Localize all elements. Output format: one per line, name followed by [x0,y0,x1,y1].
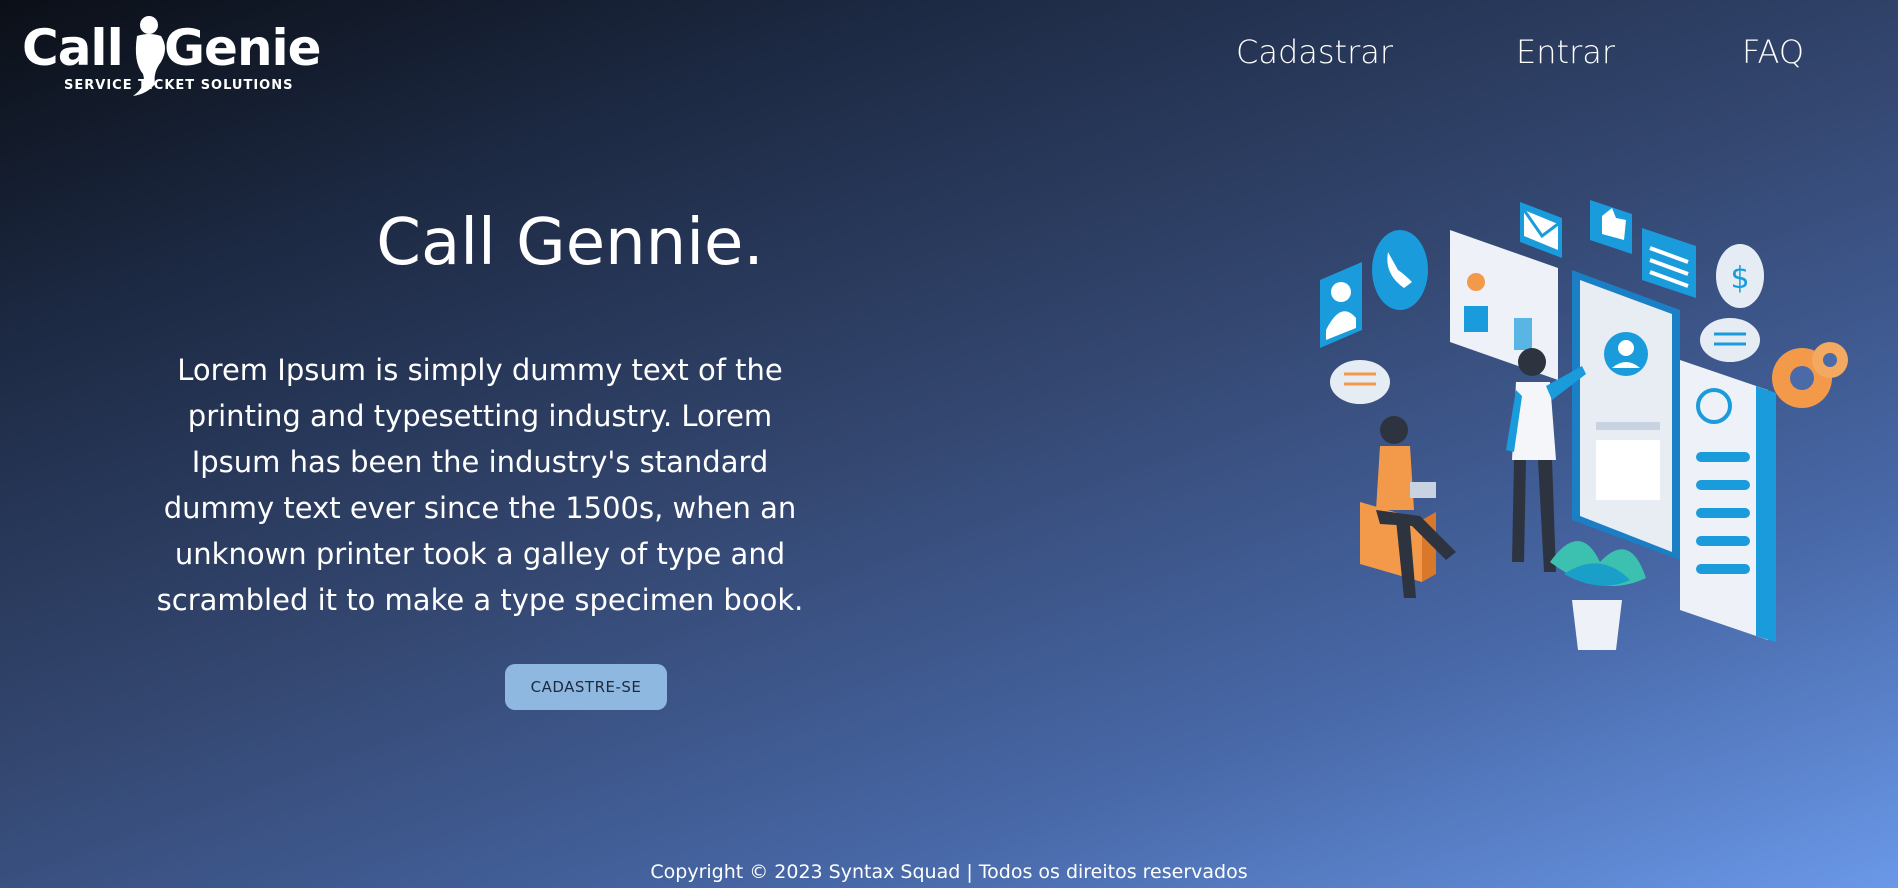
svg-text:$: $ [1730,261,1749,296]
sitting-person [1360,416,1456,598]
copyright-text: Copyright © 2023 Syntax Squad | Todos os… [650,861,1248,883]
brand-logo[interactable]: Call Genie SERVICE TICKET SOLUTIONS [22,12,322,98]
customer-service-illustration: $ [1320,200,1848,650]
thumbs-up-icon [1590,200,1632,254]
email-icon [1520,202,1562,258]
logo-word-call: Call [22,19,124,77]
message-lines-icon [1642,228,1696,298]
dollar-icon: $ [1716,244,1764,308]
user-badge-icon [1320,262,1362,348]
smartphone-screen [1572,270,1680,560]
signup-button[interactable]: CADASTRE-SE [505,664,667,710]
logo-tagline: SERVICE TICKET SOLUTIONS [64,78,294,93]
nav-link-entrar[interactable]: Entrar [1516,30,1615,74]
nav-link-cadastrar[interactable]: Cadastrar [1236,30,1393,74]
hero-title: Call Gennie. [376,205,764,280]
chat-bubble-icon [1700,318,1760,362]
nav-link-faq[interactable]: FAQ [1742,30,1804,74]
list-panel [1680,360,1776,642]
gear-icon [1772,342,1848,408]
phone-call-icon [1372,230,1428,310]
hero-description: Lorem Ipsum is simply dummy text of the … [156,353,804,617]
site-header: Call Genie SERVICE TICKET SOLUTIONS Cada… [0,0,1898,110]
plant-pot [1550,541,1646,650]
logo-word-genie: Genie [164,19,322,77]
message-bubble-icon [1330,360,1390,404]
site-footer: Copyright © 2023 Syntax Squad | Todos os… [0,858,1898,888]
